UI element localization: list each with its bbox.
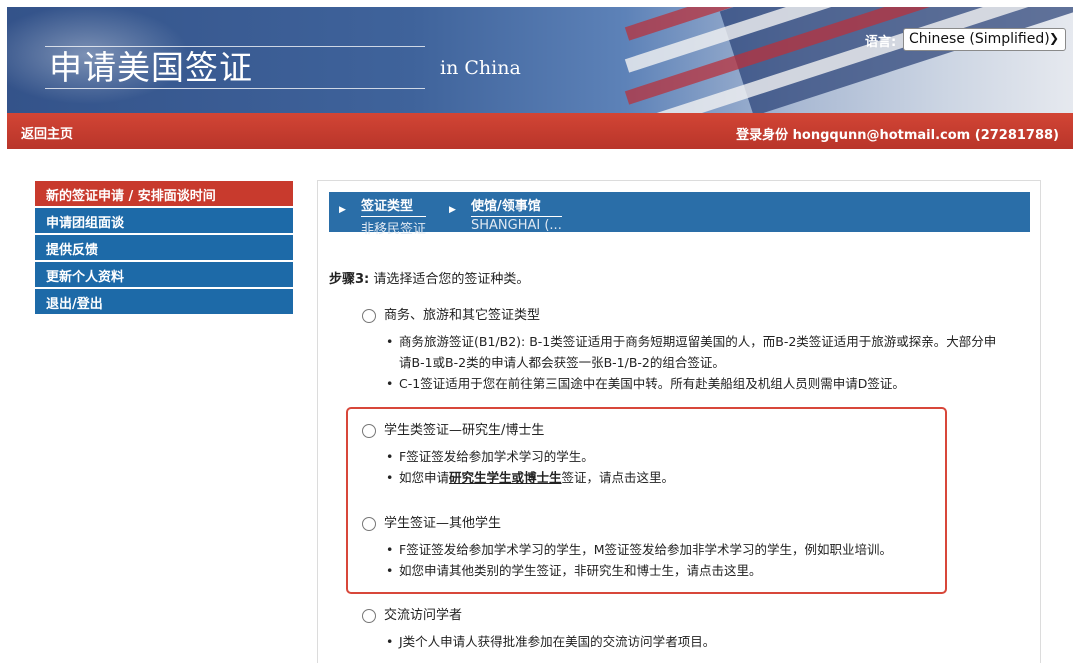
login-prefix: 登录身份 [736, 128, 789, 143]
sidebar-item-feedback[interactable]: 提供反馈 [35, 235, 293, 260]
option-bullets: F签证签发给参加学术学习的学生。 如您申请研究生学生或博士生签证，请点击这里。 [362, 446, 922, 488]
option-bullets: J类个人申请人获得批准参加在美国的交流访问学者项目。 [362, 631, 922, 652]
breadcrumb-label: 使馆/领事馆 [471, 195, 562, 217]
home-link[interactable]: 返回主页 [21, 123, 73, 142]
option-bullets: F签证签发给参加学术学习的学生，M签证签发给参加非学术学习的学生，例如职业培训。… [362, 539, 942, 581]
visa-option-business-tourism: 商务、旅游和其它签证类型 商务旅游签证(B1/B2): B-1类签证适用于商务短… [362, 307, 1002, 394]
breadcrumb-consulate[interactable]: ▶ 使馆/领事馆 SHANGHAI (... [449, 195, 562, 233]
option-header[interactable]: 学生类签证—研究生/博士生 [362, 422, 922, 440]
graduate-student-link[interactable]: 研究生学生或博士生 [449, 470, 562, 485]
breadcrumb-value: 非移民签证 [361, 222, 427, 237]
step-instruction: 步骤3: 请选择适合您的签证种类。 [329, 268, 529, 287]
sidebar-item-group-interview[interactable]: 申请团组面谈 [35, 208, 293, 233]
sidebar-item-new-application[interactable]: 新的签证申请 / 安排面谈时间 [35, 181, 293, 206]
option-label: 学生类签证—研究生/博士生 [384, 423, 545, 438]
option-header[interactable]: 交流访问学者 [362, 607, 922, 625]
breadcrumb-label: 签证类型 [361, 195, 427, 217]
arrow-right-icon: ▶ [449, 205, 456, 215]
visa-option-other-student: 学生签证—其他学生 F签证签发给参加学术学习的学生，M签证签发给参加非学术学习的… [362, 515, 942, 581]
option-label: 商务、旅游和其它签证类型 [384, 308, 541, 323]
sidebar-item-update-profile[interactable]: 更新个人资料 [35, 262, 293, 287]
language-selected-value: Chinese (Simplified) [909, 31, 1050, 47]
chevron-down-icon: ❯ [1048, 31, 1059, 45]
title-rule-top [45, 46, 425, 47]
sidebar-item-logout[interactable]: 退出/登出 [35, 289, 293, 314]
top-nav-bar: 返回主页 登录身份 hongqunn@hotmail.com (27281788… [7, 113, 1073, 149]
radio-button[interactable] [362, 424, 376, 438]
main-panel: ▶ 签证类型 非移民签证 ▶ 使馆/领事馆 SHANGHAI (... 步骤3:… [317, 180, 1041, 663]
header-banner: 申请美国签证 in China 语言: Chinese (Simplified)… [7, 7, 1073, 113]
step-text: 请选择适合您的签证种类。 [369, 272, 530, 287]
visa-option-exchange-visitor: 交流访问学者 J类个人申请人获得批准参加在美国的交流访问学者项目。 [362, 607, 922, 652]
breadcrumb-value: SHANGHAI (... [471, 218, 562, 233]
visa-option-graduate-student: 学生类签证—研究生/博士生 F签证签发给参加学术学习的学生。 如您申请研究生学生… [362, 422, 922, 488]
option-header[interactable]: 学生签证—其他学生 [362, 515, 942, 533]
site-title: 申请美国签证 [49, 48, 253, 87]
option-label: 交流访问学者 [384, 608, 463, 623]
list-item: 如您申请其他类别的学生签证，非研究生和博士生，请点击这里。 [384, 560, 942, 581]
account-id: (27281788) [974, 128, 1059, 143]
language-select[interactable]: Chinese (Simplified) ❯ [903, 28, 1066, 51]
list-item: J类个人申请人获得批准参加在美国的交流访问学者项目。 [384, 631, 922, 652]
login-info: 登录身份 hongqunn@hotmail.com (27281788) [736, 124, 1059, 143]
option-bullets: 商务旅游签证(B1/B2): B-1类签证适用于商务短期逗留美国的人，而B-2类… [362, 331, 1002, 394]
radio-button[interactable] [362, 309, 376, 323]
sidebar-item-label: 更新个人资料 [46, 270, 125, 285]
radio-button[interactable] [362, 609, 376, 623]
sidebar-item-label: 退出/登出 [46, 297, 103, 312]
sidebar-menu: 新的签证申请 / 安排面谈时间 申请团组面谈 提供反馈 更新个人资料 退出/登出 [35, 181, 293, 316]
site-subtitle: in China [440, 57, 521, 79]
sidebar-item-label: 提供反馈 [46, 243, 99, 258]
list-item: C-1签证适用于您在前往第三国途中在美国中转。所有赴美船组及机组人员则需申请D签… [384, 373, 1002, 394]
sidebar-item-label: 申请团组面谈 [46, 216, 125, 231]
step-number: 步骤3: [329, 272, 370, 287]
breadcrumb: ▶ 签证类型 非移民签证 ▶ 使馆/领事馆 SHANGHAI (... [329, 192, 1030, 237]
option-header[interactable]: 商务、旅游和其它签证类型 [362, 307, 1002, 325]
radio-button[interactable] [362, 517, 376, 531]
list-item: 商务旅游签证(B1/B2): B-1类签证适用于商务短期逗留美国的人，而B-2类… [384, 331, 1002, 373]
link-bullet-after: 签证，请点击这里。 [561, 470, 675, 485]
option-label: 学生签证—其他学生 [384, 516, 502, 531]
sidebar-item-label: 新的签证申请 / 安排面谈时间 [46, 189, 216, 204]
breadcrumb-visa-type[interactable]: ▶ 签证类型 非移民签证 [339, 195, 427, 237]
user-email: hongqunn@hotmail.com [792, 128, 971, 143]
title-rule-bottom [45, 88, 425, 89]
list-item: F签证签发给参加学术学习的学生。 [384, 446, 922, 467]
language-label: 语言: [865, 35, 897, 50]
link-bullet-before: 如您申请 [399, 470, 450, 485]
list-item: F签证签发给参加学术学习的学生，M签证签发给参加非学术学习的学生，例如职业培训。 [384, 539, 942, 560]
list-item: 如您申请研究生学生或博士生签证，请点击这里。 [384, 467, 922, 488]
arrow-right-icon: ▶ [339, 205, 346, 215]
